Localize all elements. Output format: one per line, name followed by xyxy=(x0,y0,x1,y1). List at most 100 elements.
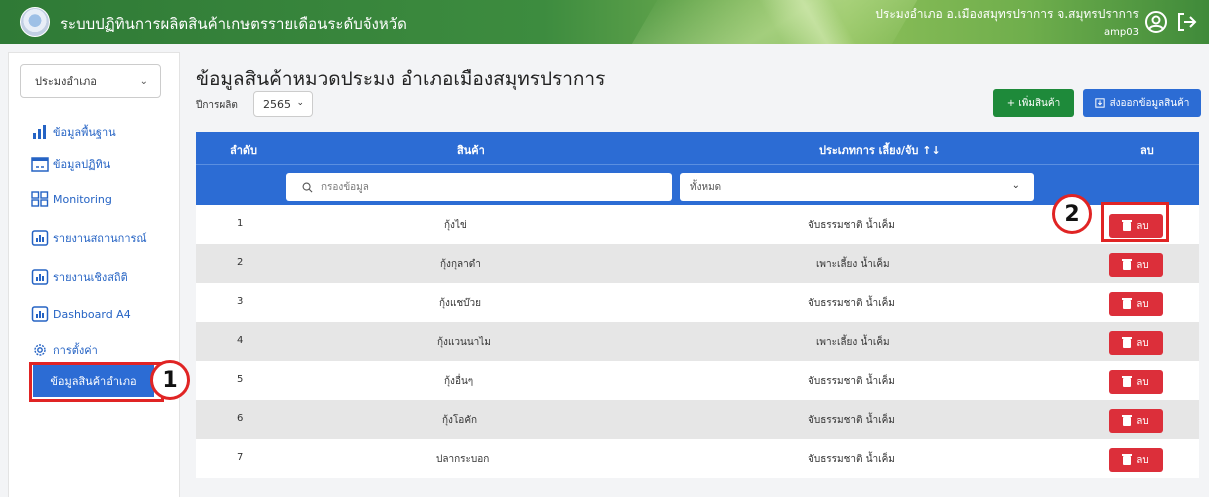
sidebar-item-label: ข้อมูลปฏิทิน xyxy=(53,158,111,171)
cell-order: 1 xyxy=(237,218,244,229)
delete-button[interactable]: ลบ xyxy=(1109,448,1163,472)
delete-button[interactable]: ลบ xyxy=(1109,409,1163,433)
logout-icon[interactable] xyxy=(1174,10,1198,34)
user-account-icon[interactable] xyxy=(1144,10,1168,34)
cell-order: 3 xyxy=(237,296,244,307)
cell-product: กุ้งแชบ๊วย xyxy=(439,298,481,309)
trash-icon xyxy=(1122,336,1133,348)
cell-type: จับธรรมชาติ น้ำเค็ม xyxy=(808,298,895,309)
header-product: สินค้า xyxy=(457,144,485,157)
delete-label: ลบ xyxy=(1136,259,1149,271)
cell-order: 2 xyxy=(237,257,244,268)
chevron-down-icon: ⌄ xyxy=(296,98,304,108)
bar-chart-icon xyxy=(33,125,46,139)
sidebar-item-monitoring[interactable]: Monitoring xyxy=(31,191,112,207)
username: amp03 xyxy=(1104,27,1139,38)
add-product-button[interactable]: + เพิ่มสินค้า xyxy=(993,89,1074,117)
trash-icon xyxy=(1122,414,1133,426)
calendar-icon xyxy=(31,157,49,172)
product-filter-input[interactable]: กรองข้อมูล xyxy=(286,173,672,201)
cell-product: กุ้งแวนนาไม xyxy=(437,337,491,348)
chevron-down-icon: ⌄ xyxy=(139,76,148,87)
delete-button[interactable]: ลบ xyxy=(1109,331,1163,355)
chevron-down-icon: ⌄ xyxy=(1011,180,1020,191)
year-label: ปีการผลิต xyxy=(196,100,238,111)
cell-product: กุ้งกุลาดำ xyxy=(440,259,481,270)
delete-button[interactable]: ลบ xyxy=(1109,253,1163,277)
delete-label: ลบ xyxy=(1136,415,1149,427)
cell-type: เพาะเลี้ยง น้ำเค็ม xyxy=(816,259,890,270)
cell-type: จับธรรมชาติ น้ำเค็ม xyxy=(808,220,895,231)
year-value: 2565 xyxy=(263,97,291,111)
highlight-box-delete-button xyxy=(1101,202,1169,242)
table-row: 1 กุ้งไข่ จับธรรมชาติ น้ำเค็ม ลบ xyxy=(196,205,1199,244)
trash-icon xyxy=(1122,375,1133,387)
top-header: ระบบปฏิทินการผลิตสินค้าเกษตรรายเดือนระดั… xyxy=(0,0,1209,44)
delete-label: ลบ xyxy=(1136,298,1149,310)
sidebar-item-label: Monitoring xyxy=(53,192,112,206)
trash-icon xyxy=(1122,258,1133,270)
sidebar-item-label: รายงานเชิงสถิติ xyxy=(53,271,128,284)
header-type-sort[interactable]: ประเภทการ เลี้ยง/จับ ↑↓ xyxy=(819,141,941,159)
header-order: ลำดับ xyxy=(230,144,258,157)
cell-product: กุ้งอื่นๆ xyxy=(444,376,474,387)
role-select[interactable]: ประมงอำเภอ ⌄ xyxy=(20,64,161,98)
cell-order: 5 xyxy=(237,374,244,385)
sidebar-item-label: รายงานสถานการณ์ xyxy=(53,232,147,245)
export-button-label: ส่งออกข้อมูลสินค้า xyxy=(1109,97,1190,109)
filter-row: กรองข้อมูล ทั้งหมด ⌄ xyxy=(196,164,1199,205)
callout-one: 1 xyxy=(150,360,190,400)
cell-product: กุ้งไข่ xyxy=(444,220,467,231)
cell-order: 4 xyxy=(237,335,244,346)
filter-placeholder: กรองข้อมูล xyxy=(321,181,369,193)
export-icon xyxy=(1094,98,1105,108)
sidebar-item-dashboard-a4[interactable]: Dashboard A4 xyxy=(31,306,131,322)
cell-order: 6 xyxy=(237,413,244,424)
delete-label: ลบ xyxy=(1136,337,1149,349)
table-row: 4 กุ้งแวนนาไม เพาะเลี้ยง น้ำเค็ม ลบ xyxy=(196,322,1199,361)
gear-icon xyxy=(34,344,46,356)
sidebar-item-situation-report[interactable]: รายงานสถานการณ์ xyxy=(31,229,147,247)
callout-two: 2 xyxy=(1052,194,1092,234)
role-select-value: ประมงอำเภอ xyxy=(35,75,97,88)
type-filter-value: ทั้งหมด xyxy=(690,181,722,193)
cell-type: จับธรรมชาติ น้ำเค็ม xyxy=(808,415,895,426)
table-row: 2 กุ้งกุลาดำ เพาะเลี้ยง น้ำเค็ม ลบ xyxy=(196,244,1199,283)
year-select[interactable]: 2565 ⌄ xyxy=(253,91,313,117)
cell-order: 7 xyxy=(237,452,244,463)
products-table: ลำดับ สินค้า ประเภทการ เลี้ยง/จับ ↑↓ ลบ … xyxy=(196,132,1199,478)
province-logo-icon xyxy=(20,7,50,37)
app-title: ระบบปฏิทินการผลิตสินค้าเกษตรรายเดือนระดั… xyxy=(60,15,407,33)
sidebar-item-settings[interactable]: การตั้งค่า xyxy=(31,341,98,359)
table-row: 5 กุ้งอื่นๆ จับธรรมชาติ น้ำเค็ม ลบ xyxy=(196,361,1199,400)
trash-icon xyxy=(1122,453,1133,465)
sidebar-item-statistics-report[interactable]: รายงานเชิงสถิติ xyxy=(31,268,128,286)
type-filter-select[interactable]: ทั้งหมด ⌄ xyxy=(680,173,1034,201)
cell-type: จับธรรมชาติ น้ำเค็ม xyxy=(808,454,895,465)
table-header: ลำดับ สินค้า ประเภทการ เลี้ยง/จับ ↑↓ ลบ xyxy=(196,132,1199,164)
user-info: ประมงอำเภอ อ.เมืองสมุทรปราการ จ.สมุทรปรา… xyxy=(875,5,1139,38)
sidebar-item-label: ข้อมูลพื้นฐาน xyxy=(53,126,116,139)
header-delete: ลบ xyxy=(1140,144,1154,157)
sidebar-item-label: Dashboard A4 xyxy=(53,307,131,321)
delete-button[interactable]: ลบ xyxy=(1109,370,1163,394)
export-products-button[interactable]: ส่งออกข้อมูลสินค้า xyxy=(1083,89,1201,117)
report-chart-icon xyxy=(31,269,49,285)
delete-button[interactable]: ลบ xyxy=(1109,292,1163,316)
sidebar-item-basic-data[interactable]: ข้อมูลพื้นฐาน xyxy=(31,123,116,141)
table-body: 1 กุ้งไข่ จับธรรมชาติ น้ำเค็ม ลบ 2 กุ้งก… xyxy=(196,205,1199,478)
report-chart-icon xyxy=(31,306,49,322)
grid-icon xyxy=(31,191,49,207)
page-title: ข้อมูลสินค้าหมวดประมง อำเภอเมืองสมุทรปรา… xyxy=(196,68,606,90)
sidebar-item-calendar-data[interactable]: ข้อมูลปฏิทิน xyxy=(31,155,110,173)
cell-product: ปลากระบอก xyxy=(436,454,490,465)
sidebar: ประมงอำเภอ ⌄ ข้อมูลพื้นฐาน ข้อมูลปฏิทิน … xyxy=(8,52,180,497)
trash-icon xyxy=(1122,297,1133,309)
delete-label: ลบ xyxy=(1136,376,1149,388)
sidebar-item-label: การตั้งค่า xyxy=(53,344,98,357)
cell-type: จับธรรมชาติ น้ำเค็ม xyxy=(808,376,895,387)
table-row: 3 กุ้งแชบ๊วย จับธรรมชาติ น้ำเค็ม ลบ xyxy=(196,283,1199,322)
table-row: 7 ปลากระบอก จับธรรมชาติ น้ำเค็ม ลบ xyxy=(196,439,1199,478)
report-chart-icon xyxy=(31,230,49,246)
search-icon xyxy=(302,182,313,192)
